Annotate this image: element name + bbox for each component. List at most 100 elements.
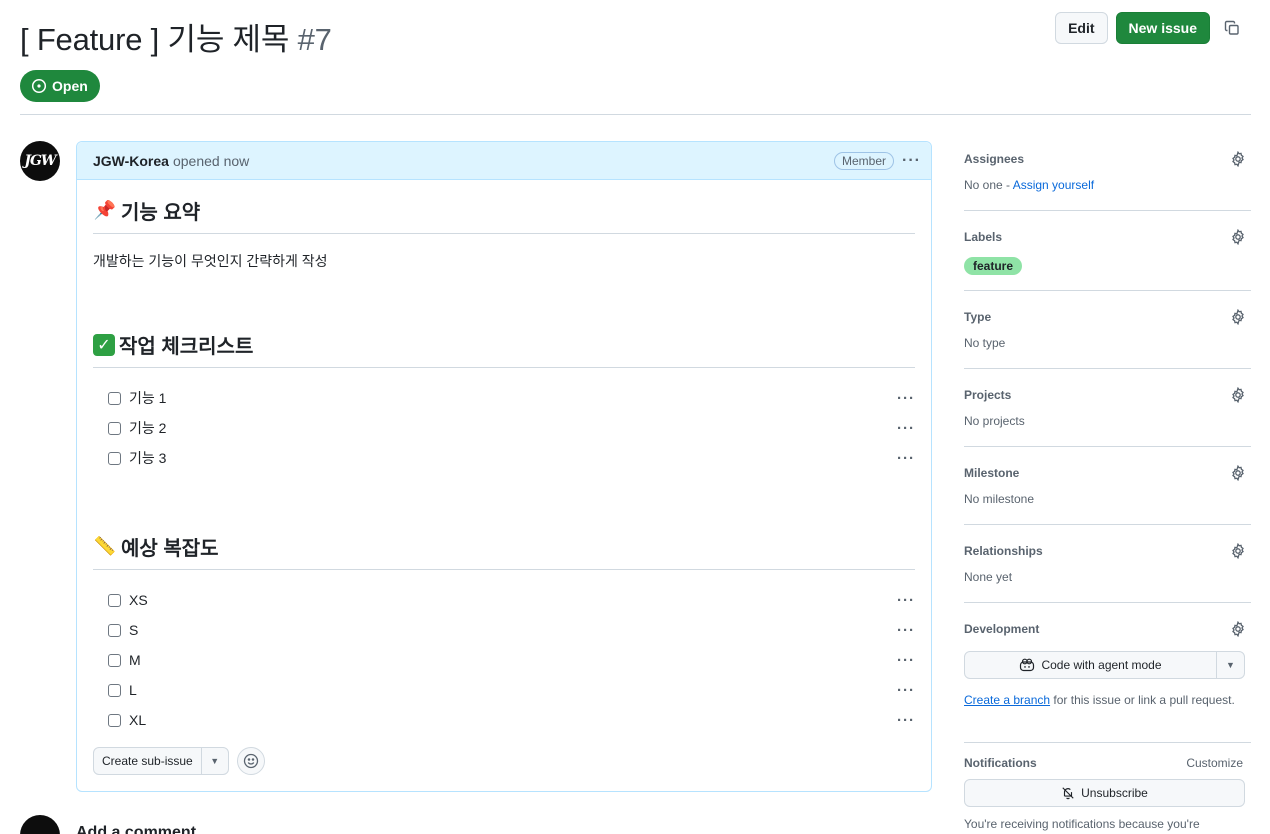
sidebar-type: Type No type	[964, 291, 1251, 369]
comment-author[interactable]: JGW-Korea	[93, 153, 169, 169]
task-options-icon[interactable]: ···	[897, 390, 915, 407]
comment-header: JGW-Korea opened now Member ···	[77, 142, 931, 180]
sidebar-heading: Development	[964, 622, 1040, 636]
comment-options-icon[interactable]: ···	[902, 152, 921, 170]
gear-icon[interactable]	[1230, 151, 1246, 167]
task-label: 기능 2	[129, 420, 167, 436]
chevron-down-icon[interactable]: ▼	[202, 748, 228, 774]
task-item: 기능 1 ···	[93, 383, 915, 413]
assign-yourself-link[interactable]: Assign yourself	[1013, 178, 1094, 192]
comment-body: 📌 기능 요약 개발하는 기능이 무엇인지 간략하게 작성 ✓ 작업 체크리스트…	[77, 196, 931, 735]
section-heading-checklist: ✓ 작업 체크리스트	[93, 330, 915, 368]
gear-icon[interactable]	[1230, 229, 1246, 245]
gear-icon[interactable]	[1230, 543, 1246, 559]
avatar-text: JGW	[24, 153, 56, 169]
task-label: XL	[129, 712, 147, 728]
section-heading-complexity: 📏 예상 복잡도	[93, 532, 915, 570]
task-item: XL ···	[93, 705, 915, 735]
gear-icon[interactable]	[1230, 465, 1246, 481]
task-label: S	[129, 622, 139, 638]
status-label: Open	[52, 78, 88, 94]
development-text: Create a branch for this issue or link a…	[964, 693, 1235, 707]
task-checkbox[interactable]	[108, 391, 121, 405]
sidebar-heading: Assignees	[964, 152, 1025, 166]
task-options-icon[interactable]: ···	[897, 622, 915, 639]
task-checkbox[interactable]	[108, 451, 121, 465]
task-checkbox[interactable]	[108, 623, 121, 637]
sidebar-milestone: Milestone No milestone	[964, 447, 1251, 525]
task-item: 기능 2 ···	[93, 413, 915, 443]
comment-timestamp[interactable]: opened now	[173, 153, 249, 169]
sidebar-development: Development Code with agent mode ▼ Creat…	[964, 603, 1251, 743]
task-checkbox[interactable]	[108, 593, 121, 607]
task-item: L ···	[93, 675, 915, 705]
task-options-icon[interactable]: ···	[897, 682, 915, 699]
section-title: 예상 복잡도	[121, 538, 219, 560]
assignees-value: No one - Assign yourself	[964, 178, 1095, 192]
task-options-icon[interactable]: ···	[897, 420, 915, 437]
label-feature[interactable]: feature	[964, 257, 1023, 275]
sidebar-projects: Projects No projects	[964, 369, 1251, 447]
unsubscribe-label: Unsubscribe	[1081, 786, 1148, 800]
create-branch-link[interactable]: Create a branch	[964, 693, 1050, 707]
sidebar-heading: Milestone	[964, 466, 1020, 480]
copy-icon[interactable]	[1218, 12, 1246, 44]
gear-icon[interactable]	[1230, 621, 1246, 637]
section-heading-summary: 📌 기능 요약	[93, 196, 915, 234]
sidebar-labels: Labels feature	[964, 211, 1251, 291]
header-divider	[20, 114, 1251, 115]
task-item: S ···	[93, 615, 915, 645]
summary-text: 개발하는 기능이 무엇인지 간략하게 작성	[93, 253, 328, 269]
task-options-icon[interactable]: ···	[897, 592, 915, 609]
code-with-agent-button[interactable]: Code with agent mode	[965, 652, 1217, 678]
task-label: M	[129, 652, 141, 668]
sidebar-heading: Relationships	[964, 544, 1043, 558]
type-value: No type	[964, 336, 1006, 350]
unsubscribe-button[interactable]: Unsubscribe	[964, 779, 1245, 807]
task-checkbox[interactable]	[108, 653, 121, 667]
task-options-icon[interactable]: ···	[897, 450, 915, 467]
issue-body-comment: JGW-Korea opened now Member ··· 📌 기능 요약 …	[76, 141, 932, 792]
edit-button[interactable]: Edit	[1055, 12, 1108, 44]
task-item: M ···	[93, 645, 915, 675]
create-sub-issue-split-button: Create sub-issue ▼	[93, 747, 229, 775]
current-user-avatar	[20, 815, 60, 834]
notification-reason-text: You're receiving notifications because y…	[964, 817, 1200, 831]
add-reaction-button[interactable]	[236, 747, 265, 775]
status-badge: Open	[20, 70, 100, 102]
create-sub-issue-button[interactable]: Create sub-issue	[94, 748, 202, 774]
issue-open-icon	[31, 78, 47, 94]
task-options-icon[interactable]: ···	[897, 652, 915, 669]
chevron-down-icon[interactable]: ▼	[1217, 652, 1244, 678]
avatar[interactable]: JGW	[20, 141, 60, 181]
smiley-icon	[243, 753, 258, 769]
relationships-value: None yet	[964, 570, 1013, 584]
header-actions: Edit New issue	[1055, 12, 1246, 44]
sidebar-assignees: Assignees No one - Assign yourself	[964, 141, 1251, 211]
sidebar-heading: Labels	[964, 230, 1003, 244]
sidebar-heading: Type	[964, 310, 992, 324]
new-issue-button[interactable]: New issue	[1115, 12, 1210, 44]
task-item: 기능 3 ···	[93, 443, 915, 473]
task-item: XS ···	[93, 585, 915, 615]
role-badge: Member	[834, 151, 895, 170]
sidebar-heading: Projects	[964, 388, 1012, 402]
sidebar-heading: Notifications	[964, 756, 1037, 770]
projects-value: No projects	[964, 414, 1025, 428]
issue-title: [ Feature ] 기능 제목 #7	[20, 14, 332, 59]
task-options-icon[interactable]: ···	[897, 712, 915, 729]
task-checkbox[interactable]	[108, 713, 121, 727]
customize-link[interactable]: Customize	[1186, 756, 1243, 770]
ruler-icon: 📏	[93, 536, 117, 556]
task-label: XS	[129, 592, 148, 608]
copilot-icon	[1020, 658, 1035, 672]
gear-icon[interactable]	[1230, 309, 1246, 325]
bell-slash-icon	[1062, 787, 1074, 800]
task-list-complexity: XS ··· S ··· M ··· L ··· XL ···	[93, 585, 915, 735]
task-checkbox[interactable]	[108, 421, 121, 435]
milestone-value: No milestone	[964, 492, 1035, 506]
gear-icon[interactable]	[1230, 387, 1246, 403]
issue-number: #7	[297, 22, 332, 57]
task-list-checklist: 기능 1 ··· 기능 2 ··· 기능 3 ···	[93, 383, 915, 473]
task-checkbox[interactable]	[108, 683, 121, 697]
